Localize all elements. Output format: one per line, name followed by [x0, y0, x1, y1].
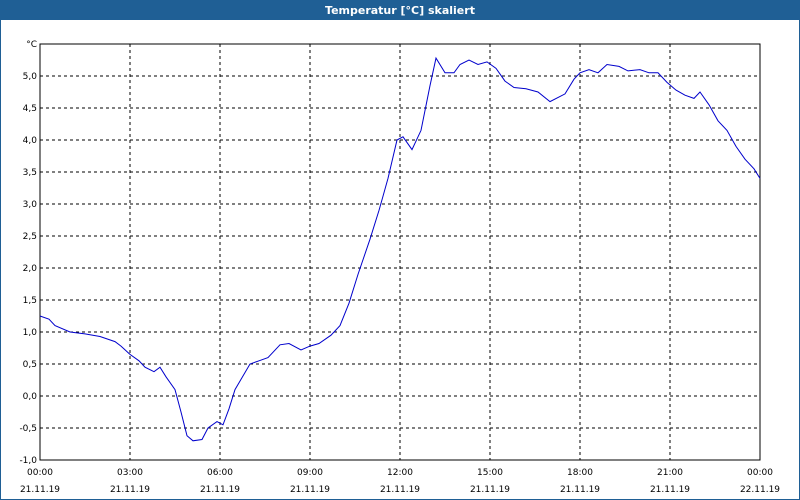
x-tick-time: 06:00 [207, 468, 233, 478]
y-tick-label: 4,0 [23, 136, 38, 146]
x-tick-time: 12:00 [387, 468, 413, 478]
temperature-chart: 5,0 4,5 4,0 3,5 3,0 2,5 2,0 1,5 1,0 0,5 0,0 -0,5 -1,… [19, 40, 780, 495]
y-tick-label: -1,0 [19, 456, 37, 466]
x-tick-date: 22.11.19 [740, 485, 780, 495]
x-tick-time: 09:00 [297, 468, 323, 478]
x-tick-date: 21.11.19 [110, 485, 150, 495]
x-tick-date: 21.11.19 [20, 485, 60, 495]
y-tick-label: 1,5 [23, 296, 37, 306]
window-title: Temperatur [°C] skaliert [0, 0, 800, 20]
y-tick-label: 0,0 [23, 392, 38, 402]
y-tick-label: 2,0 [23, 264, 38, 274]
x-tick-time: 00:00 [27, 468, 53, 478]
x-tick-date: 21.11.19 [290, 485, 330, 495]
y-tick-label: 3,5 [23, 168, 37, 178]
y-axis-unit: °C [26, 40, 37, 50]
x-tick-date: 21.11.19 [560, 485, 600, 495]
x-tick-time: 21:00 [657, 468, 683, 478]
x-tick-date: 21.11.19 [380, 485, 420, 495]
x-tick-date: 21.11.19 [470, 485, 510, 495]
y-tick-label: 1,0 [23, 328, 38, 338]
x-tick-time: 03:00 [117, 468, 143, 478]
x-tick-date: 21.11.19 [650, 485, 690, 495]
x-tick-time: 00:00 [747, 468, 773, 478]
y-tick-label: 4,5 [23, 104, 37, 114]
chart-window: Temperatur [°C] skaliert 5,0 4,5 4,0 3,5 3,0… [0, 0, 800, 500]
y-tick-label: 5,0 [23, 72, 38, 82]
y-tick-label: 3,0 [23, 200, 38, 210]
y-tick-label: 2,5 [23, 232, 37, 242]
y-tick-label: 0,5 [23, 360, 37, 370]
x-tick-time: 15:00 [477, 468, 503, 478]
x-tick-time: 18:00 [567, 468, 593, 478]
y-tick-label: -0,5 [19, 424, 37, 434]
x-tick-date: 21.11.19 [200, 485, 240, 495]
